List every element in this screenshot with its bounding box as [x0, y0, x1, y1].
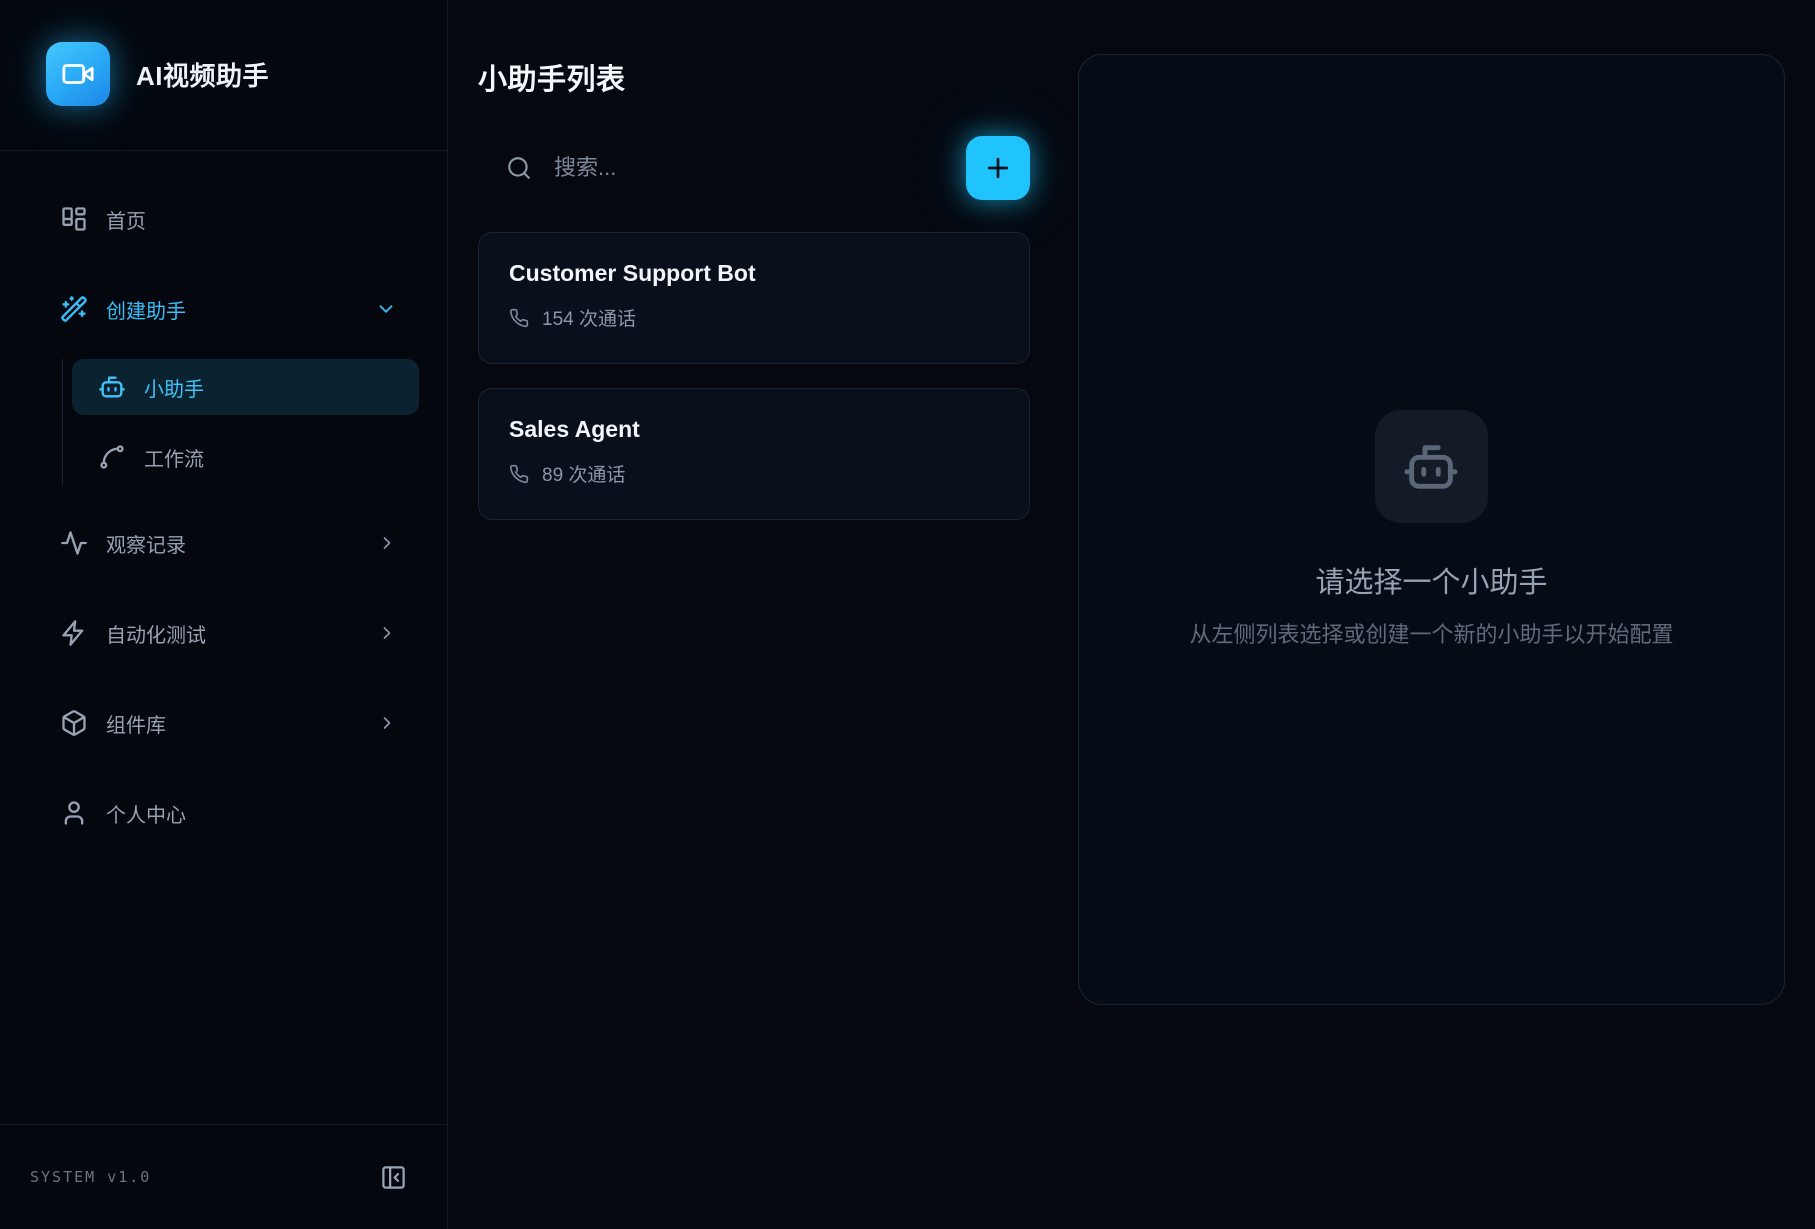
empty-state-icon-tile	[1375, 410, 1488, 523]
assistant-card[interactable]: Customer Support Bot 154 次通话	[478, 232, 1030, 364]
sidebar-item-create-assistant[interactable]: 创建助手	[28, 281, 419, 337]
search-box	[478, 155, 966, 181]
sidebar-item-automated-testing[interactable]: 自动化测试	[28, 605, 419, 661]
assistant-list-panel: 小助手列表 Customer Support Bot	[448, 0, 1078, 1229]
sidebar-item-label: 观察记录	[106, 529, 359, 558]
search-icon	[506, 155, 532, 181]
assistant-card[interactable]: Sales Agent 89 次通话	[478, 388, 1030, 520]
dashboard-icon	[60, 205, 88, 233]
assistant-cards: Customer Support Bot 154 次通话 Sales Agent	[478, 232, 1030, 520]
sidebar-item-label: 小助手	[144, 373, 204, 402]
add-assistant-button[interactable]	[966, 136, 1030, 200]
user-icon	[60, 799, 88, 827]
page-title: 小助手列表	[478, 56, 1030, 98]
app-title: AI视频助手	[136, 56, 269, 93]
collapse-sidebar-button[interactable]	[380, 1164, 407, 1191]
phone-icon	[509, 464, 529, 484]
sidebar-item-label: 组件库	[106, 709, 359, 738]
sidebar-item-label: 创建助手	[106, 295, 357, 324]
sidebar-nav: 首页 创建助手 小助手	[0, 151, 447, 1124]
brand: AI视频助手	[0, 0, 447, 151]
assistant-name: Customer Support Bot	[509, 260, 999, 287]
sidebar-item-workflow[interactable]: 工作流	[72, 429, 419, 485]
empty-state-subtitle: 从左侧列表选择或创建一个新的小助手以开始配置	[1189, 617, 1673, 649]
sidebar-item-component-library[interactable]: 组件库	[28, 695, 419, 751]
call-count-label: 89 次通话	[542, 460, 625, 487]
system-version: SYSTEM v1.0	[30, 1168, 151, 1186]
chevron-down-icon	[375, 298, 397, 320]
wand-sparkles-icon	[60, 295, 88, 323]
box-icon	[60, 709, 88, 737]
assistant-name: Sales Agent	[509, 416, 999, 443]
empty-state: 请选择一个小助手 从左侧列表选择或创建一个新的小助手以开始配置	[1189, 410, 1673, 649]
chevron-right-icon	[377, 623, 397, 643]
sidebar-item-assistants[interactable]: 小助手	[72, 359, 419, 415]
search-input[interactable]	[554, 155, 966, 181]
sidebar: AI视频助手 首页 创建助手	[0, 0, 448, 1229]
panel-left-close-icon	[380, 1164, 407, 1191]
zap-icon	[60, 619, 88, 647]
sidebar-item-observation-logs[interactable]: 观察记录	[28, 515, 419, 571]
call-count-label: 154 次通话	[542, 304, 636, 331]
sidebar-item-label: 个人中心	[106, 799, 186, 828]
assistant-call-count: 154 次通话	[509, 304, 999, 331]
empty-state-title: 请选择一个小助手	[1315, 559, 1547, 601]
phone-icon	[509, 308, 529, 328]
create-assistant-submenu: 小助手 工作流	[62, 359, 419, 485]
video-camera-icon	[61, 57, 95, 91]
assistant-call-count: 89 次通话	[509, 460, 999, 487]
bot-icon	[1402, 438, 1460, 496]
search-row	[478, 136, 1030, 200]
bot-icon	[98, 373, 126, 401]
chevron-right-icon	[377, 713, 397, 733]
assistant-detail-panel: 请选择一个小助手 从左侧列表选择或创建一个新的小助手以开始配置	[1078, 54, 1785, 1005]
sidebar-footer: SYSTEM v1.0	[0, 1124, 447, 1229]
sidebar-item-label: 自动化测试	[106, 619, 359, 648]
sidebar-item-label: 首页	[106, 205, 146, 234]
plus-icon	[983, 153, 1013, 183]
workflow-spline-icon	[98, 443, 126, 471]
app-logo	[46, 42, 110, 106]
sidebar-item-profile[interactable]: 个人中心	[28, 785, 419, 841]
activity-icon	[60, 529, 88, 557]
sidebar-item-home[interactable]: 首页	[28, 191, 419, 247]
sidebar-item-label: 工作流	[144, 443, 204, 472]
chevron-right-icon	[377, 533, 397, 553]
